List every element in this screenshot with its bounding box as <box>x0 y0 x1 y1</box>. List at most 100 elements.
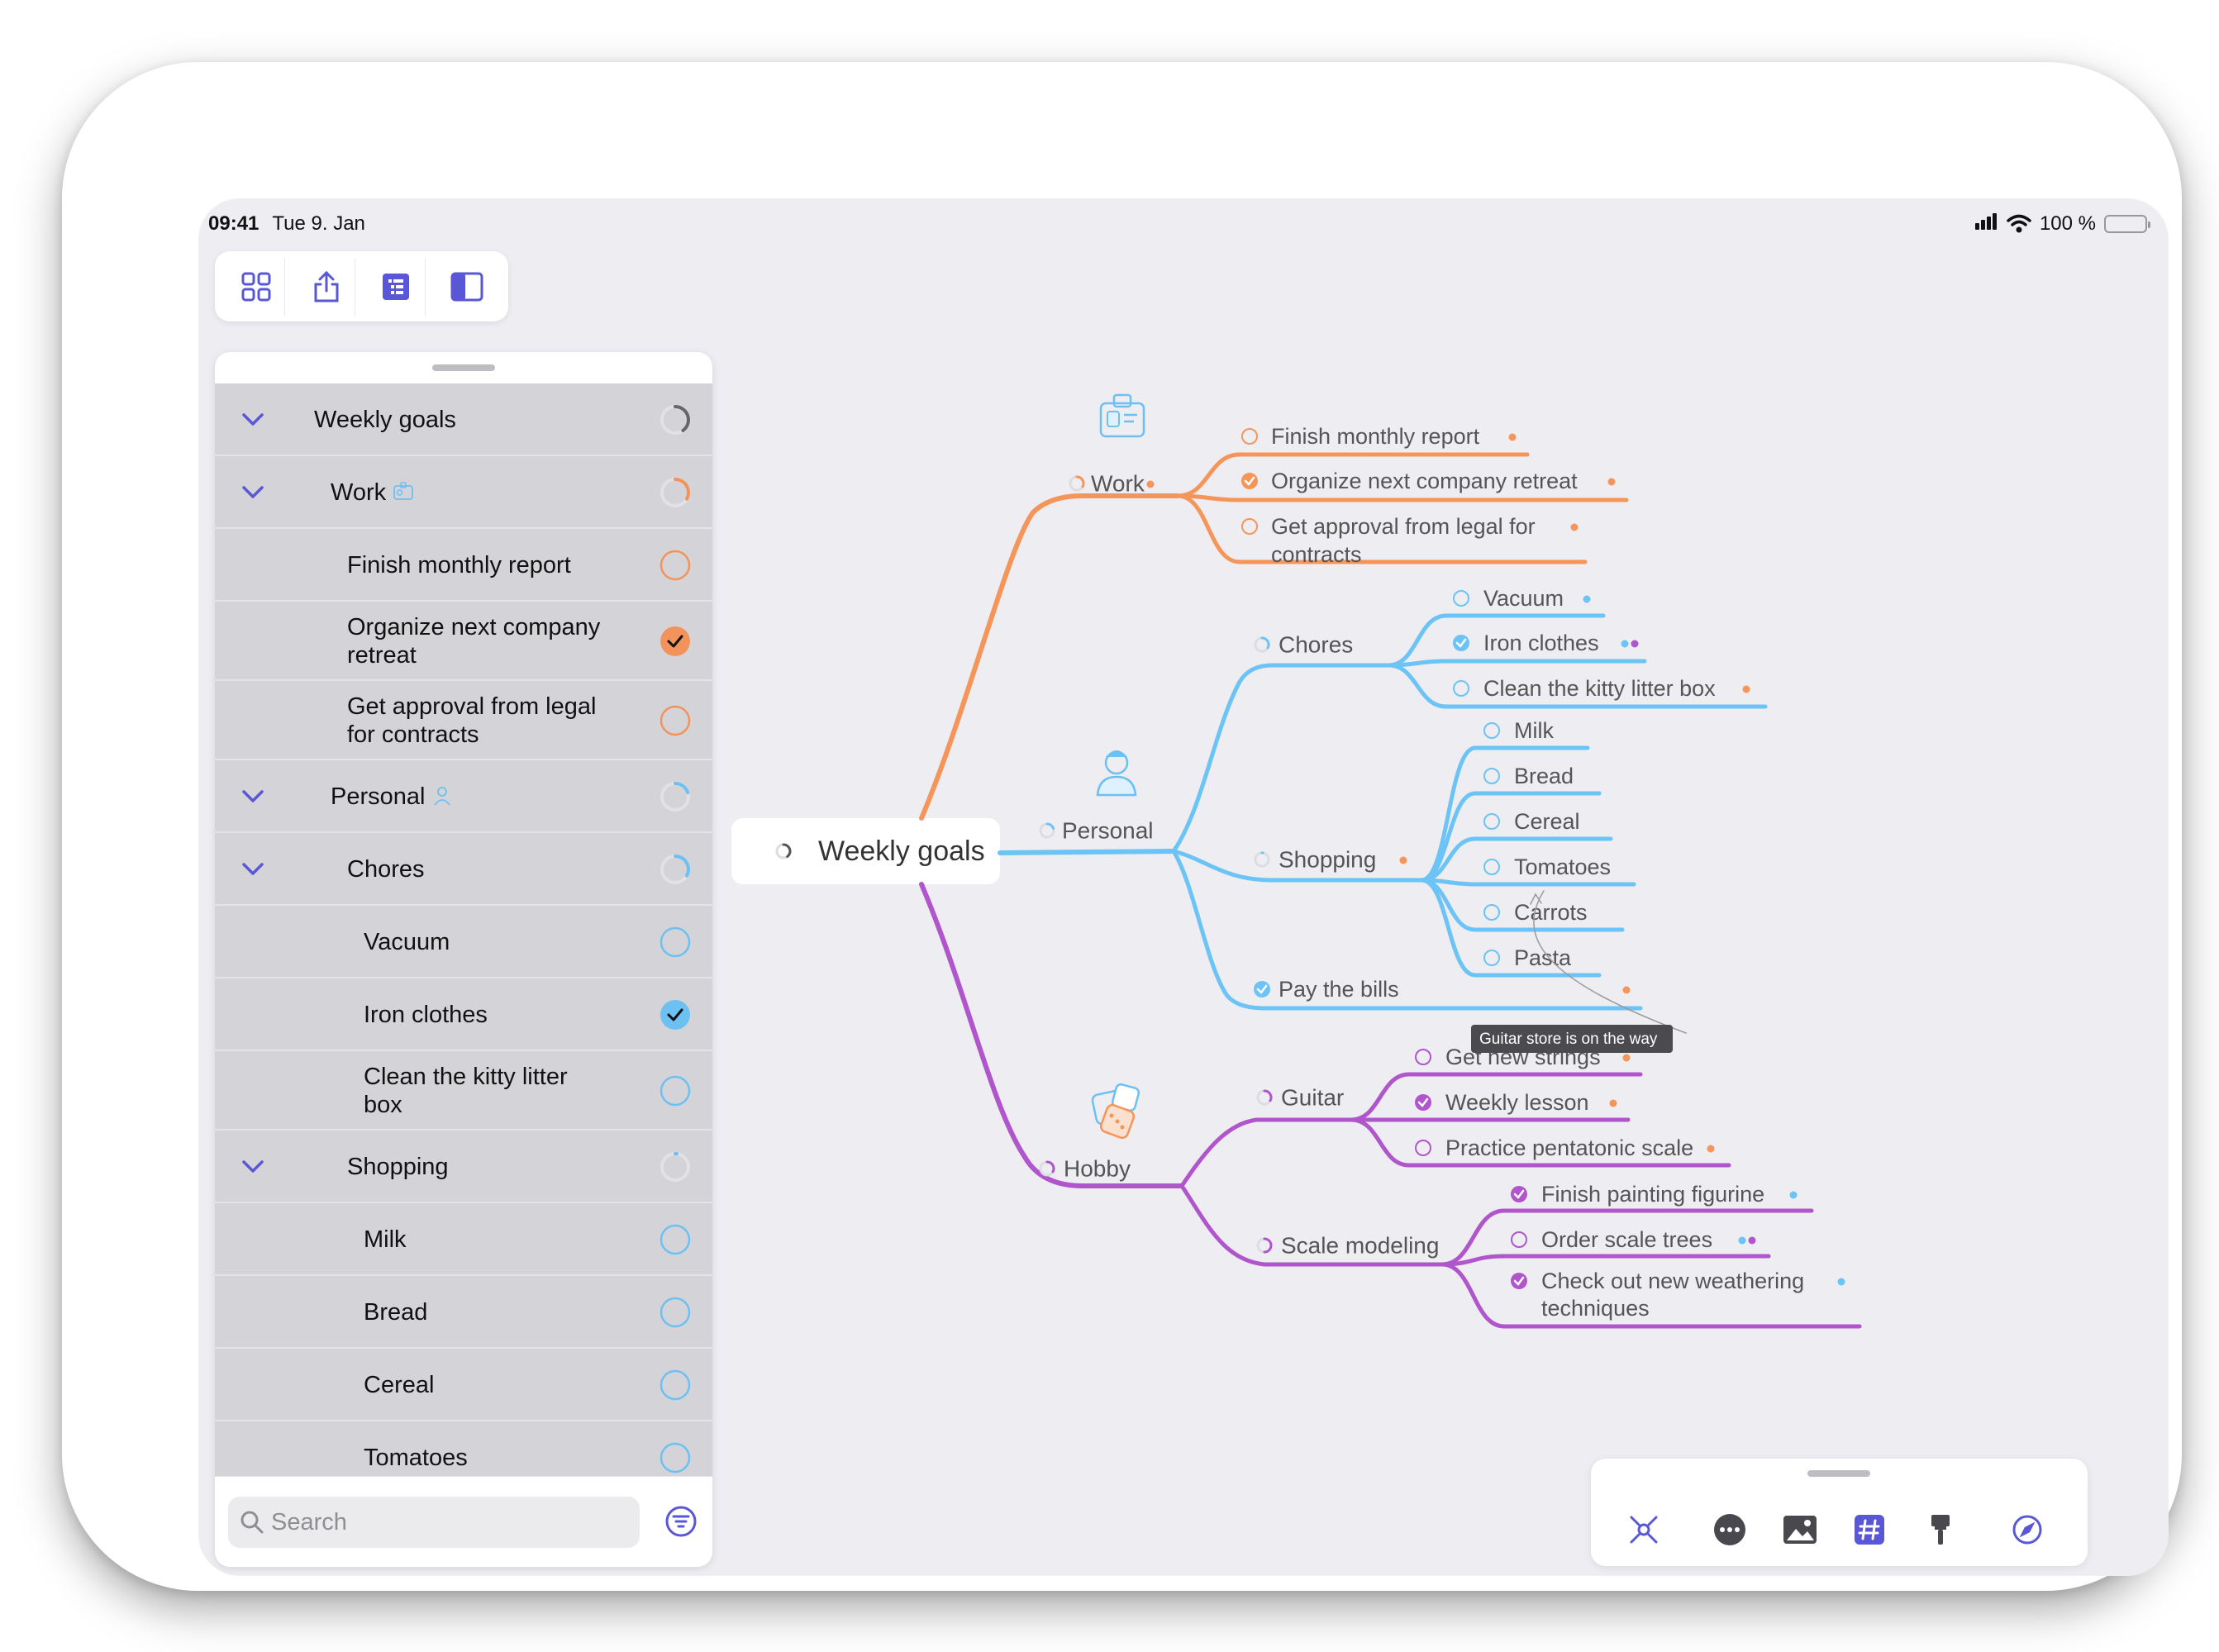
shopping-progress-ring <box>1254 851 1270 868</box>
tag-dot <box>1742 685 1750 693</box>
shopping-item-label[interactable]: Cereal <box>1514 809 1580 834</box>
shopping-node-label[interactable]: Shopping <box>1279 846 1376 872</box>
personal-progress-ring-fill <box>1045 822 1055 831</box>
scale-item-link <box>1440 1262 1507 1329</box>
task-open-checkbox[interactable] <box>1483 950 1500 966</box>
scale-item-label[interactable]: Check out new weathering <box>1541 1269 1804 1293</box>
tag-dot <box>1508 433 1517 441</box>
personal-node-label[interactable]: Personal <box>1062 817 1154 843</box>
chores-item-link <box>1386 613 1449 668</box>
tag-dot <box>1607 478 1616 486</box>
work-link <box>1175 452 1242 498</box>
tag-button[interactable] <box>1850 1510 1889 1550</box>
guitar-item-label[interactable]: Get new strings <box>1445 1045 1601 1069</box>
task-open-checkbox[interactable] <box>1453 680 1469 697</box>
tag-dot <box>1707 1145 1715 1153</box>
app-screen: 09:41 Tue 9. Jan 100 % Weekly goals Work… <box>198 198 2169 1576</box>
mind-map-canvas[interactable]: Weekly goals Work Finish monthly report Org… <box>198 198 2169 1576</box>
insert-image-button[interactable] <box>1780 1510 1820 1550</box>
tag-dot <box>1631 640 1639 648</box>
task-done-checkbox[interactable] <box>1453 635 1469 651</box>
bottom-toolbar-drag-handle[interactable] <box>1807 1470 1870 1477</box>
chores-item-label[interactable]: Clean the kitty litter box <box>1483 676 1716 701</box>
shopping-item-label[interactable]: Bread <box>1514 764 1574 788</box>
tag-dot <box>1622 986 1631 994</box>
personal-branch-line <box>998 849 1176 855</box>
tag-dot <box>1583 595 1591 603</box>
ipad-frame: 09:41 Tue 9. Jan 100 % Weekly goals Work… <box>62 62 2182 1591</box>
scale-progress-ring-fill <box>1263 1237 1273 1254</box>
guitar-node-label[interactable]: Guitar <box>1281 1084 1344 1110</box>
navigate-icon <box>2012 1515 2042 1545</box>
more-icon <box>1714 1514 1745 1545</box>
tag-dot <box>1621 640 1629 648</box>
scale-item-label[interactable]: Finish painting figurine <box>1541 1182 1764 1207</box>
task-open-checkbox[interactable] <box>1241 518 1258 535</box>
work-item-label[interactable]: contracts <box>1271 542 1362 567</box>
focus-button[interactable] <box>1624 1510 1664 1550</box>
task-open-checkbox[interactable] <box>1453 590 1469 607</box>
root-node-label[interactable]: Weekly goals <box>818 836 985 867</box>
task-open-checkbox[interactable] <box>1483 813 1500 830</box>
pay-bills-label[interactable]: Pay the bills <box>1279 977 1399 1002</box>
chores-link <box>1171 663 1391 854</box>
tag-icon <box>1855 1515 1884 1545</box>
chores-item-label[interactable]: Vacuum <box>1483 586 1564 611</box>
scale-item-label[interactable]: techniques <box>1541 1296 1650 1321</box>
tag-dot <box>1837 1278 1845 1286</box>
guitar-item-link <box>1349 1072 1412 1122</box>
task-open-checkbox[interactable] <box>1483 768 1500 784</box>
chores-item-label[interactable]: Iron clothes <box>1483 631 1599 655</box>
hobby-node-label[interactable]: Hobby <box>1064 1155 1131 1181</box>
image-icon <box>1783 1516 1817 1544</box>
tag-dot <box>1789 1191 1798 1199</box>
scale-node-label[interactable]: Scale modeling <box>1281 1232 1439 1258</box>
hobby-progress-ring-fill <box>1045 1160 1055 1174</box>
tag-dot <box>1399 856 1407 864</box>
tag-dot <box>1609 1099 1617 1107</box>
task-done-checkbox[interactable] <box>1241 473 1258 489</box>
task-open-checkbox[interactable] <box>1241 428 1258 445</box>
work-item-label[interactable]: Organize next company retreat <box>1271 469 1578 493</box>
task-done-checkbox[interactable] <box>1511 1186 1527 1202</box>
more-button[interactable] <box>1710 1510 1750 1550</box>
work-branch-line <box>919 493 1180 821</box>
task-open-checkbox[interactable] <box>1483 859 1500 875</box>
chores-item-link <box>1386 663 1449 709</box>
task-done-checkbox[interactable] <box>1254 981 1270 997</box>
id-card-icon <box>1099 393 1145 438</box>
navigate-button[interactable] <box>2007 1510 2047 1550</box>
tag-dot <box>1748 1236 1756 1245</box>
task-open-checkbox[interactable] <box>1483 722 1500 739</box>
task-open-checkbox[interactable] <box>1511 1231 1527 1248</box>
guitar-item-label[interactable]: Practice pentatonic scale <box>1445 1135 1693 1160</box>
bottom-toolbar <box>1591 1459 2088 1566</box>
tag-dot <box>1146 480 1155 488</box>
shopping-item-label[interactable]: Tomatoes <box>1514 855 1611 879</box>
guitar-link <box>1179 1117 1354 1188</box>
tag-dot <box>1738 1236 1746 1245</box>
task-open-checkbox[interactable] <box>1483 904 1500 921</box>
chores-node-label[interactable]: Chores <box>1279 631 1353 657</box>
task-done-checkbox[interactable] <box>1415 1094 1431 1111</box>
scale-item-label[interactable]: Order scale trees <box>1541 1227 1712 1252</box>
hobby-branch-line <box>919 882 1184 1188</box>
task-open-checkbox[interactable] <box>1415 1049 1431 1065</box>
guitar-item-label[interactable]: Weekly lesson <box>1445 1090 1589 1115</box>
style-button[interactable] <box>1921 1510 1960 1550</box>
dice-icon <box>1091 1083 1140 1140</box>
person-icon <box>1096 750 1137 797</box>
shopping-item-label[interactable]: Carrots <box>1514 900 1588 925</box>
focus-icon <box>1630 1516 1658 1544</box>
style-brush-icon <box>1931 1515 1950 1545</box>
guitar-progress-ring-fill <box>1263 1089 1273 1102</box>
shopping-item-label[interactable]: Milk <box>1514 718 1554 743</box>
work-item-label[interactable]: Get approval from legal for <box>1271 514 1536 539</box>
task-done-checkbox[interactable] <box>1511 1273 1527 1289</box>
tag-dot <box>1622 1054 1631 1062</box>
work-node-label[interactable]: Work <box>1091 470 1145 496</box>
task-open-checkbox[interactable] <box>1415 1140 1431 1156</box>
tag-dot <box>1570 523 1579 531</box>
work-item-label[interactable]: Finish monthly report <box>1271 424 1480 449</box>
chores-progress-ring-fill <box>1260 636 1270 650</box>
